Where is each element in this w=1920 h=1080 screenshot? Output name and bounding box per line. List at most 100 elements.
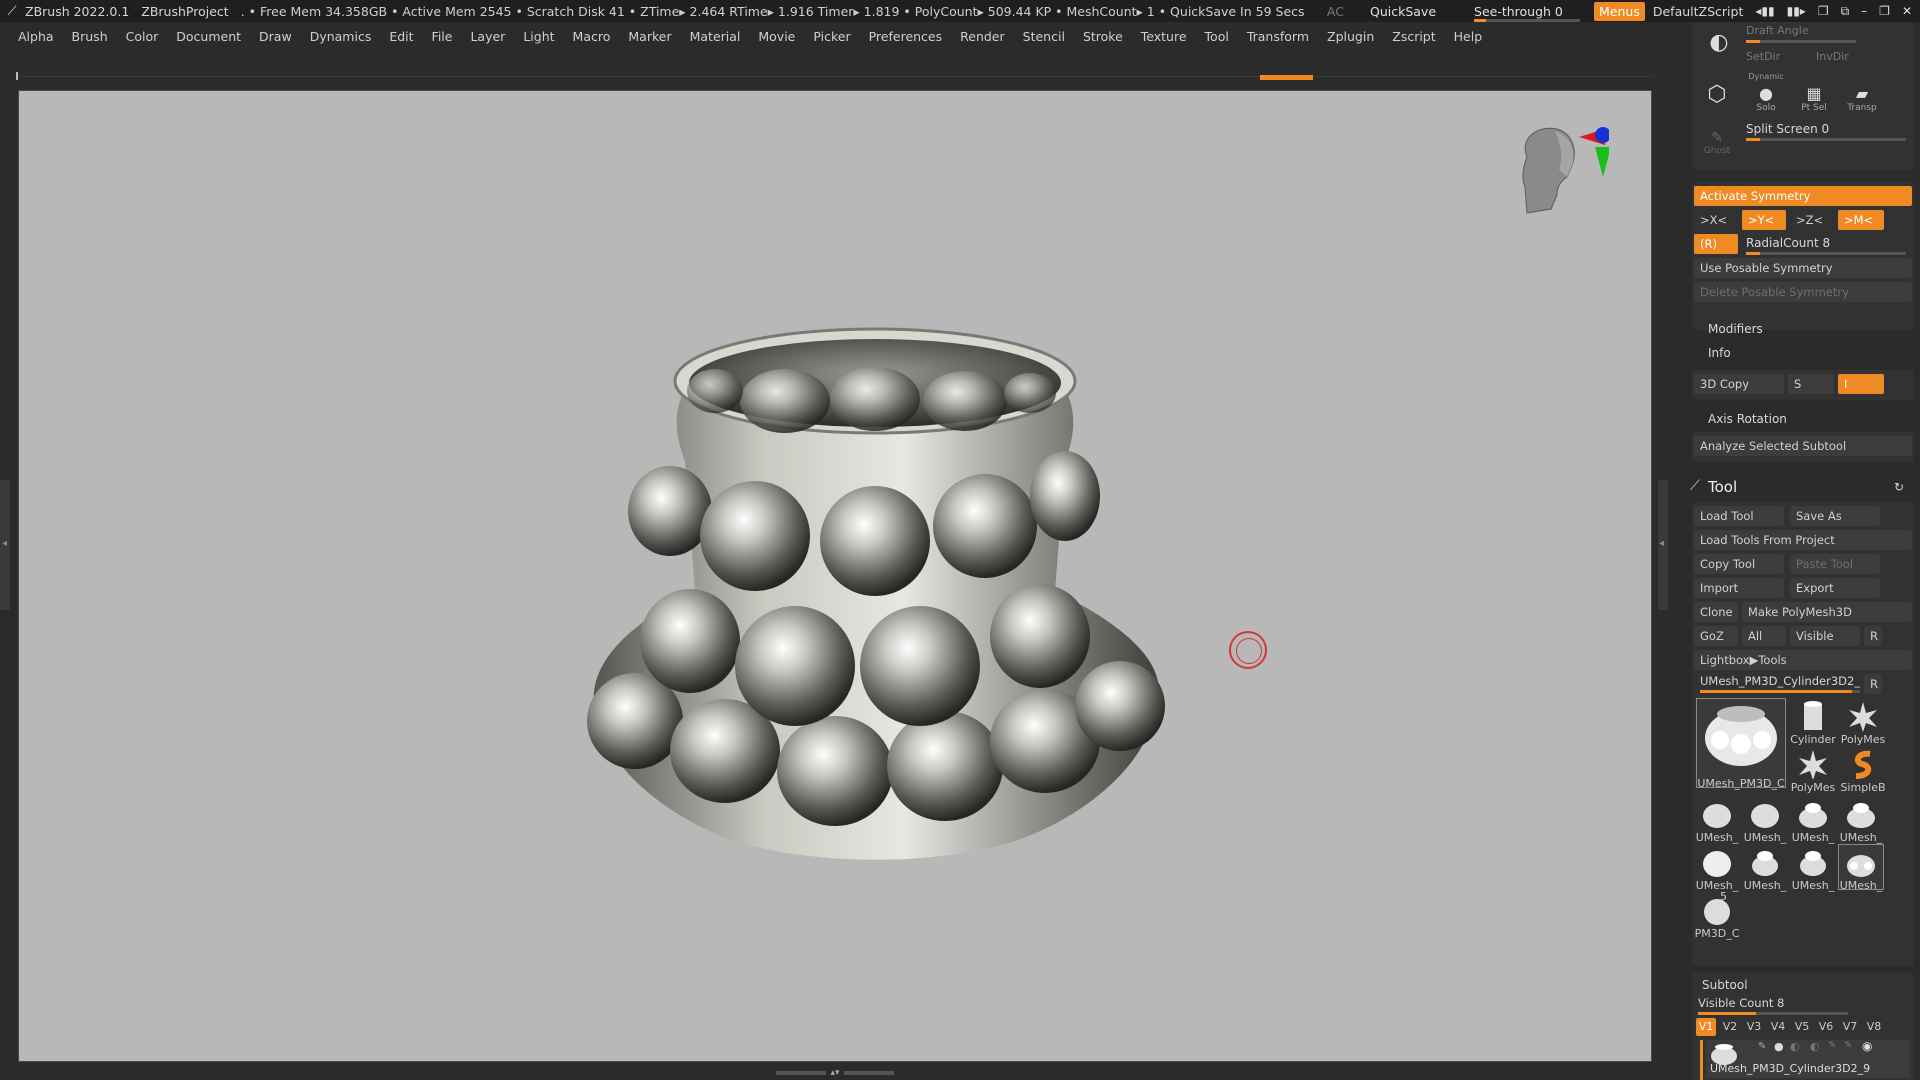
subtool-v5-button[interactable]: V5	[1792, 1018, 1812, 1036]
menu-texture[interactable]: Texture	[1141, 29, 1187, 44]
menu-material[interactable]: Material	[690, 29, 741, 44]
solo-button[interactable]: ● Solo	[1746, 84, 1786, 114]
menu-marker[interactable]: Marker	[628, 29, 671, 44]
menu-edit[interactable]: Edit	[389, 29, 413, 44]
tool-palette-title[interactable]: Tool	[1708, 478, 1737, 496]
goz-button[interactable]: GoZ	[1694, 626, 1738, 646]
symmetry-m-button[interactable]: >M<	[1838, 210, 1884, 230]
goz-r-button[interactable]: R	[1864, 626, 1882, 646]
split-screen-slider[interactable]	[1746, 138, 1906, 141]
menu-document[interactable]: Document	[176, 29, 241, 44]
tool-thumb-main[interactable]: UMesh_PM3D_C	[1696, 698, 1786, 790]
invdir-button[interactable]: InvDir	[1816, 50, 1849, 63]
setdir-button[interactable]: SetDir	[1746, 50, 1780, 63]
subtool-v6-button[interactable]: V6	[1816, 1018, 1836, 1036]
menu-file[interactable]: File	[432, 29, 453, 44]
window-layout2-icon[interactable]: ⧉	[1841, 4, 1850, 19]
symmetry-x-button[interactable]: >X<	[1694, 210, 1738, 230]
tool-thumb-simplebrush[interactable]: SimpleB	[1840, 746, 1886, 794]
window-layout-icon[interactable]: ❐	[1818, 4, 1829, 18]
save-as-button[interactable]: Save As	[1790, 506, 1880, 526]
radial-r-button[interactable]: (R)	[1694, 234, 1738, 254]
delete-posable-symmetry-button[interactable]: Delete Posable Symmetry	[1694, 282, 1912, 302]
menu-stencil[interactable]: Stencil	[1023, 29, 1065, 44]
subtool-toggle3-icon[interactable]: ◐	[1810, 1040, 1820, 1053]
layout-left-icon[interactable]: ◂▮▮	[1755, 4, 1774, 18]
menu-draw[interactable]: Draw	[259, 29, 292, 44]
subtool-v2-button[interactable]: V2	[1720, 1018, 1740, 1036]
tool-thumb-umesh-1[interactable]: UMesh_	[1694, 796, 1740, 844]
cube-icon[interactable]: ⬡	[1702, 82, 1732, 112]
tool-thumb-polymesh-1[interactable]: PolyMes	[1840, 698, 1886, 746]
menus-toggle-button[interactable]: Menus	[1594, 1, 1645, 21]
draft-angle-label[interactable]: Draft Angle	[1746, 24, 1809, 37]
export-button[interactable]: Export	[1790, 578, 1880, 598]
menu-preferences[interactable]: Preferences	[869, 29, 943, 44]
subtool-v7-button[interactable]: V7	[1840, 1018, 1860, 1036]
menu-render[interactable]: Render	[960, 29, 1005, 44]
subtool-v4-button[interactable]: V4	[1768, 1018, 1788, 1036]
tool-thumb-pm3d[interactable]: 5 PM3D_C	[1694, 890, 1740, 940]
subtool-brush3-icon[interactable]: ✎	[1844, 1040, 1852, 1051]
menu-zscript[interactable]: Zscript	[1392, 29, 1435, 44]
clone-button[interactable]: Clone	[1694, 602, 1738, 622]
subtool-item[interactable]: ✎ ● ◐ ◐ ✎ ✎ ◉ UMesh_PM3D_Cylinder3D2_9	[1706, 1039, 1910, 1078]
menu-color[interactable]: Color	[126, 29, 159, 44]
use-posable-symmetry-button[interactable]: Use Posable Symmetry	[1694, 258, 1912, 278]
menu-light[interactable]: Light	[523, 29, 554, 44]
tool-thumb-umesh-8[interactable]: UMesh_	[1838, 844, 1884, 892]
menu-brush[interactable]: Brush	[72, 29, 108, 44]
load-tools-from-project-button[interactable]: Load Tools From Project	[1694, 530, 1912, 550]
menu-layer[interactable]: Layer	[470, 29, 505, 44]
goz-visible-button[interactable]: Visible	[1790, 626, 1860, 646]
symmetry-y-button[interactable]: >Y<	[1742, 210, 1786, 230]
subtool-header[interactable]: Subtool	[1702, 978, 1748, 992]
lightbox-tools-button[interactable]: Lightbox▶Tools	[1694, 650, 1912, 670]
menu-transform[interactable]: Transform	[1247, 29, 1309, 44]
menu-tool[interactable]: Tool	[1205, 29, 1229, 44]
tool-thumb-cylinder[interactable]: Cylinder	[1790, 698, 1836, 746]
navigation-head-gizmo[interactable]	[1499, 117, 1609, 247]
tool-thumb-umesh-3[interactable]: UMesh_	[1790, 796, 1836, 844]
close-icon[interactable]: ✕	[1902, 4, 1912, 18]
make-polymesh3d-button[interactable]: Make PolyMesh3D	[1742, 602, 1912, 622]
ghost-button[interactable]: ✎ Ghost	[1700, 130, 1734, 160]
load-tool-button[interactable]: Load Tool	[1694, 506, 1784, 526]
subtool-v1-button[interactable]: V1	[1696, 1018, 1716, 1036]
current-tool-slider[interactable]	[1700, 690, 1860, 693]
copy-tool-button[interactable]: Copy Tool	[1694, 554, 1784, 574]
default-zscript-button[interactable]: DefaultZScript	[1653, 4, 1744, 19]
axis-rotation-header[interactable]: Axis Rotation	[1708, 412, 1787, 426]
tool-thumb-umesh-5[interactable]: UMesh_	[1694, 844, 1740, 892]
3d-copy-s-button[interactable]: S	[1788, 374, 1834, 394]
menu-stroke[interactable]: Stroke	[1083, 29, 1123, 44]
menu-alpha[interactable]: Alpha	[18, 29, 54, 44]
radial-count-slider[interactable]	[1746, 252, 1906, 255]
draft-angle-slider[interactable]	[1746, 40, 1856, 43]
import-button[interactable]: Import	[1694, 578, 1784, 598]
info-header[interactable]: Info	[1708, 346, 1731, 360]
subtool-brush-icon[interactable]: ✎	[1758, 1041, 1766, 1052]
restore-icon[interactable]: ❐	[1879, 4, 1890, 18]
top-shelf-ruler[interactable]	[14, 70, 1654, 82]
visible-count-label[interactable]: Visible Count 8	[1698, 996, 1784, 1010]
subtool-v3-button[interactable]: V3	[1744, 1018, 1764, 1036]
tool-thumb-umesh-2[interactable]: UMesh_	[1742, 796, 1788, 844]
menu-picker[interactable]: Picker	[813, 29, 850, 44]
left-tray-toggle[interactable]: ◂	[0, 480, 10, 610]
subtool-toggle2-icon[interactable]: ◐	[1790, 1040, 1800, 1053]
analyze-selected-subtool-button[interactable]: Analyze Selected Subtool	[1694, 436, 1912, 456]
menu-dynamics[interactable]: Dynamics	[310, 29, 372, 44]
tool-thumb-polymesh-2[interactable]: PolyMes	[1790, 746, 1836, 794]
menu-movie[interactable]: Movie	[758, 29, 795, 44]
transp-button[interactable]: ▰ Transp	[1842, 84, 1882, 114]
subtool-brush2-icon[interactable]: ✎	[1828, 1040, 1836, 1051]
tool-thumb-umesh-4[interactable]: UMesh_	[1838, 796, 1884, 844]
visible-count-slider[interactable]	[1698, 1012, 1848, 1015]
layout-right-icon[interactable]: ▮▮▸	[1787, 4, 1806, 18]
minimize-icon[interactable]: –	[1861, 4, 1867, 18]
tool-thumb-umesh-6[interactable]: UMesh_	[1742, 844, 1788, 892]
activate-symmetry-button[interactable]: Activate Symmetry	[1694, 186, 1912, 206]
modifiers-header[interactable]: Modifiers	[1708, 322, 1763, 336]
subtool-v8-button[interactable]: V8	[1864, 1018, 1884, 1036]
